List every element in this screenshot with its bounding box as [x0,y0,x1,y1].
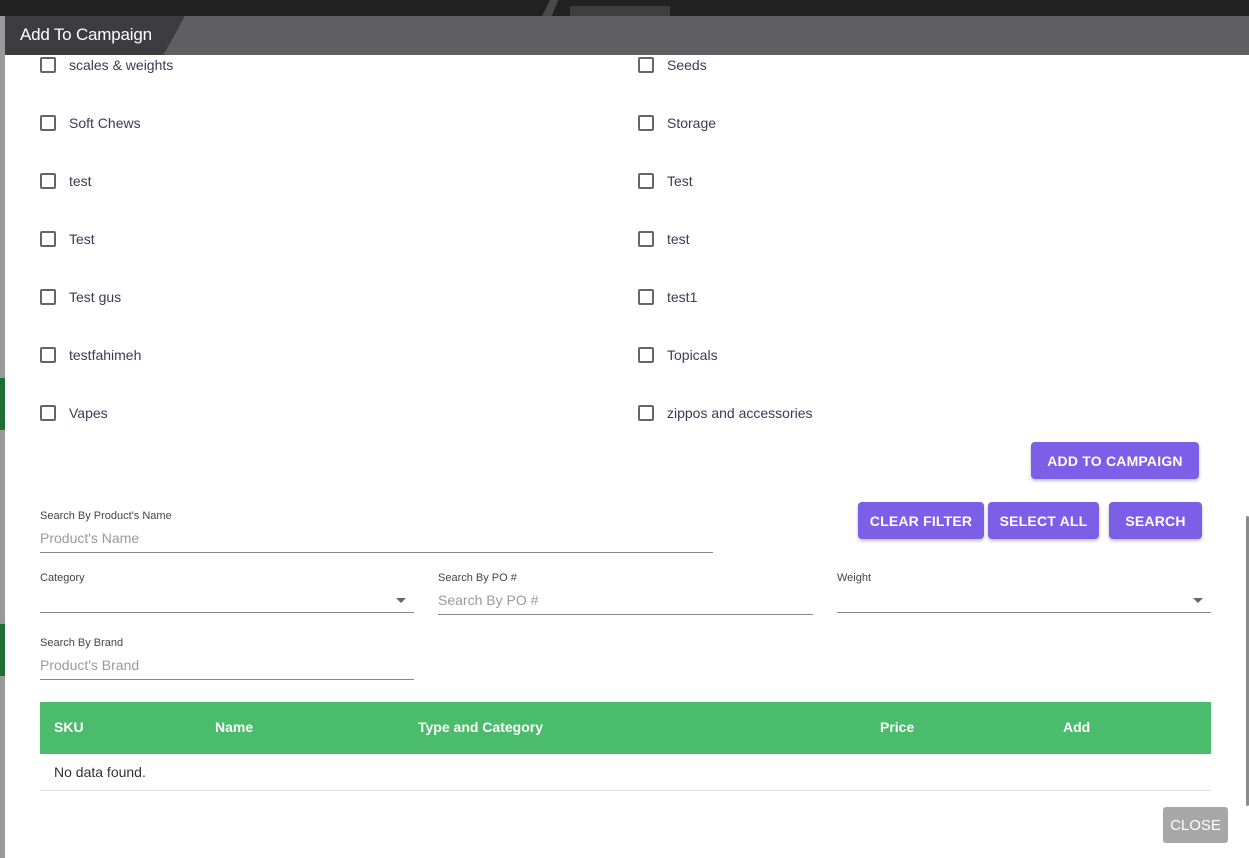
category-item[interactable]: Seeds [638,53,707,77]
add-to-campaign-modal: Add To Campaign scales & weights Soft Ch… [5,16,1249,858]
category-label: Test [69,231,95,247]
category-checkbox[interactable] [40,231,56,247]
column-header-name[interactable]: Name [215,719,253,735]
category-label: test [667,231,690,247]
category-label: Test gus [69,289,122,305]
products-table-header: SKU Name Type and Category Price Add [40,702,1211,754]
category-label: testfahimeh [69,347,142,363]
po-search-field: Search By PO # [438,572,813,615]
category-item[interactable]: test1 [638,285,697,309]
chevron-down-icon [1193,598,1203,603]
weight-select-field: Weight [837,572,1211,613]
category-checkbox[interactable] [638,347,654,363]
add-to-campaign-button[interactable]: ADD TO CAMPAIGN [1031,442,1199,479]
category-item[interactable]: Vapes [40,401,108,425]
category-item[interactable]: scales & weights [40,53,173,77]
category-item[interactable]: test [40,169,92,193]
empty-table-message: No data found. [54,764,146,780]
product-name-label: Search By Product's Name [40,510,172,522]
column-header-type-category[interactable]: Type and Category [418,719,543,735]
brand-search-field: Search By Brand [40,637,414,680]
category-label: Topicals [667,347,718,363]
category-select[interactable] [40,590,414,613]
category-checkbox[interactable] [40,347,56,363]
category-item[interactable]: test [638,227,690,251]
category-checkbox[interactable] [638,289,654,305]
po-search-label: Search By PO # [438,572,517,584]
category-label: test [69,173,92,189]
category-checkbox[interactable] [638,57,654,73]
weight-select-label: Weight [837,572,872,584]
category-checkbox[interactable] [638,115,654,131]
category-label: Soft Chews [69,115,141,131]
modal-title: Add To Campaign [20,25,152,44]
category-checkbox[interactable] [40,289,56,305]
brand-search-input[interactable] [40,655,414,680]
category-label: Test [667,173,693,189]
category-checkbox[interactable] [638,231,654,247]
weight-select[interactable] [837,590,1211,613]
category-label: Storage [667,115,717,131]
category-select-field: Category [40,572,414,613]
product-name-field: Search By Product's Name [40,510,713,553]
search-button[interactable]: SEARCH [1109,502,1202,539]
chevron-down-icon [396,598,406,603]
category-select-label: Category [40,572,85,584]
category-checkbox[interactable] [40,173,56,189]
category-item[interactable]: Topicals [638,343,718,367]
category-checkbox[interactable] [40,405,56,421]
category-label: scales & weights [69,57,174,73]
modal-header: Add To Campaign [5,16,1249,55]
category-item[interactable]: Test [40,227,95,251]
category-item[interactable]: Test gus [40,285,121,309]
category-checkbox[interactable] [638,173,654,189]
product-name-input[interactable] [40,528,713,553]
brand-search-label: Search By Brand [40,637,124,649]
category-item[interactable]: testfahimeh [40,343,141,367]
category-label: test1 [667,289,698,305]
category-item[interactable]: Test [638,169,693,193]
category-checkbox[interactable] [638,405,654,421]
column-header-sku[interactable]: SKU [54,719,84,735]
select-all-button[interactable]: SELECT ALL [988,502,1099,539]
po-search-input[interactable] [438,590,813,615]
close-button[interactable]: CLOSE [1163,807,1228,843]
column-header-price[interactable]: Price [880,719,914,735]
category-label: Seeds [667,57,707,73]
category-item[interactable]: zippos and accessories [638,401,813,425]
category-checkbox[interactable] [40,57,56,73]
category-item[interactable]: Storage [638,111,716,135]
category-item[interactable]: Soft Chews [40,111,141,135]
clear-filter-button[interactable]: CLEAR FILTER [858,502,984,539]
category-label: Vapes [69,405,108,421]
category-label: zippos and accessories [667,405,813,421]
category-checkbox[interactable] [40,115,56,131]
column-header-add[interactable]: Add [1063,719,1090,735]
products-table-body: No data found. [40,754,1211,791]
